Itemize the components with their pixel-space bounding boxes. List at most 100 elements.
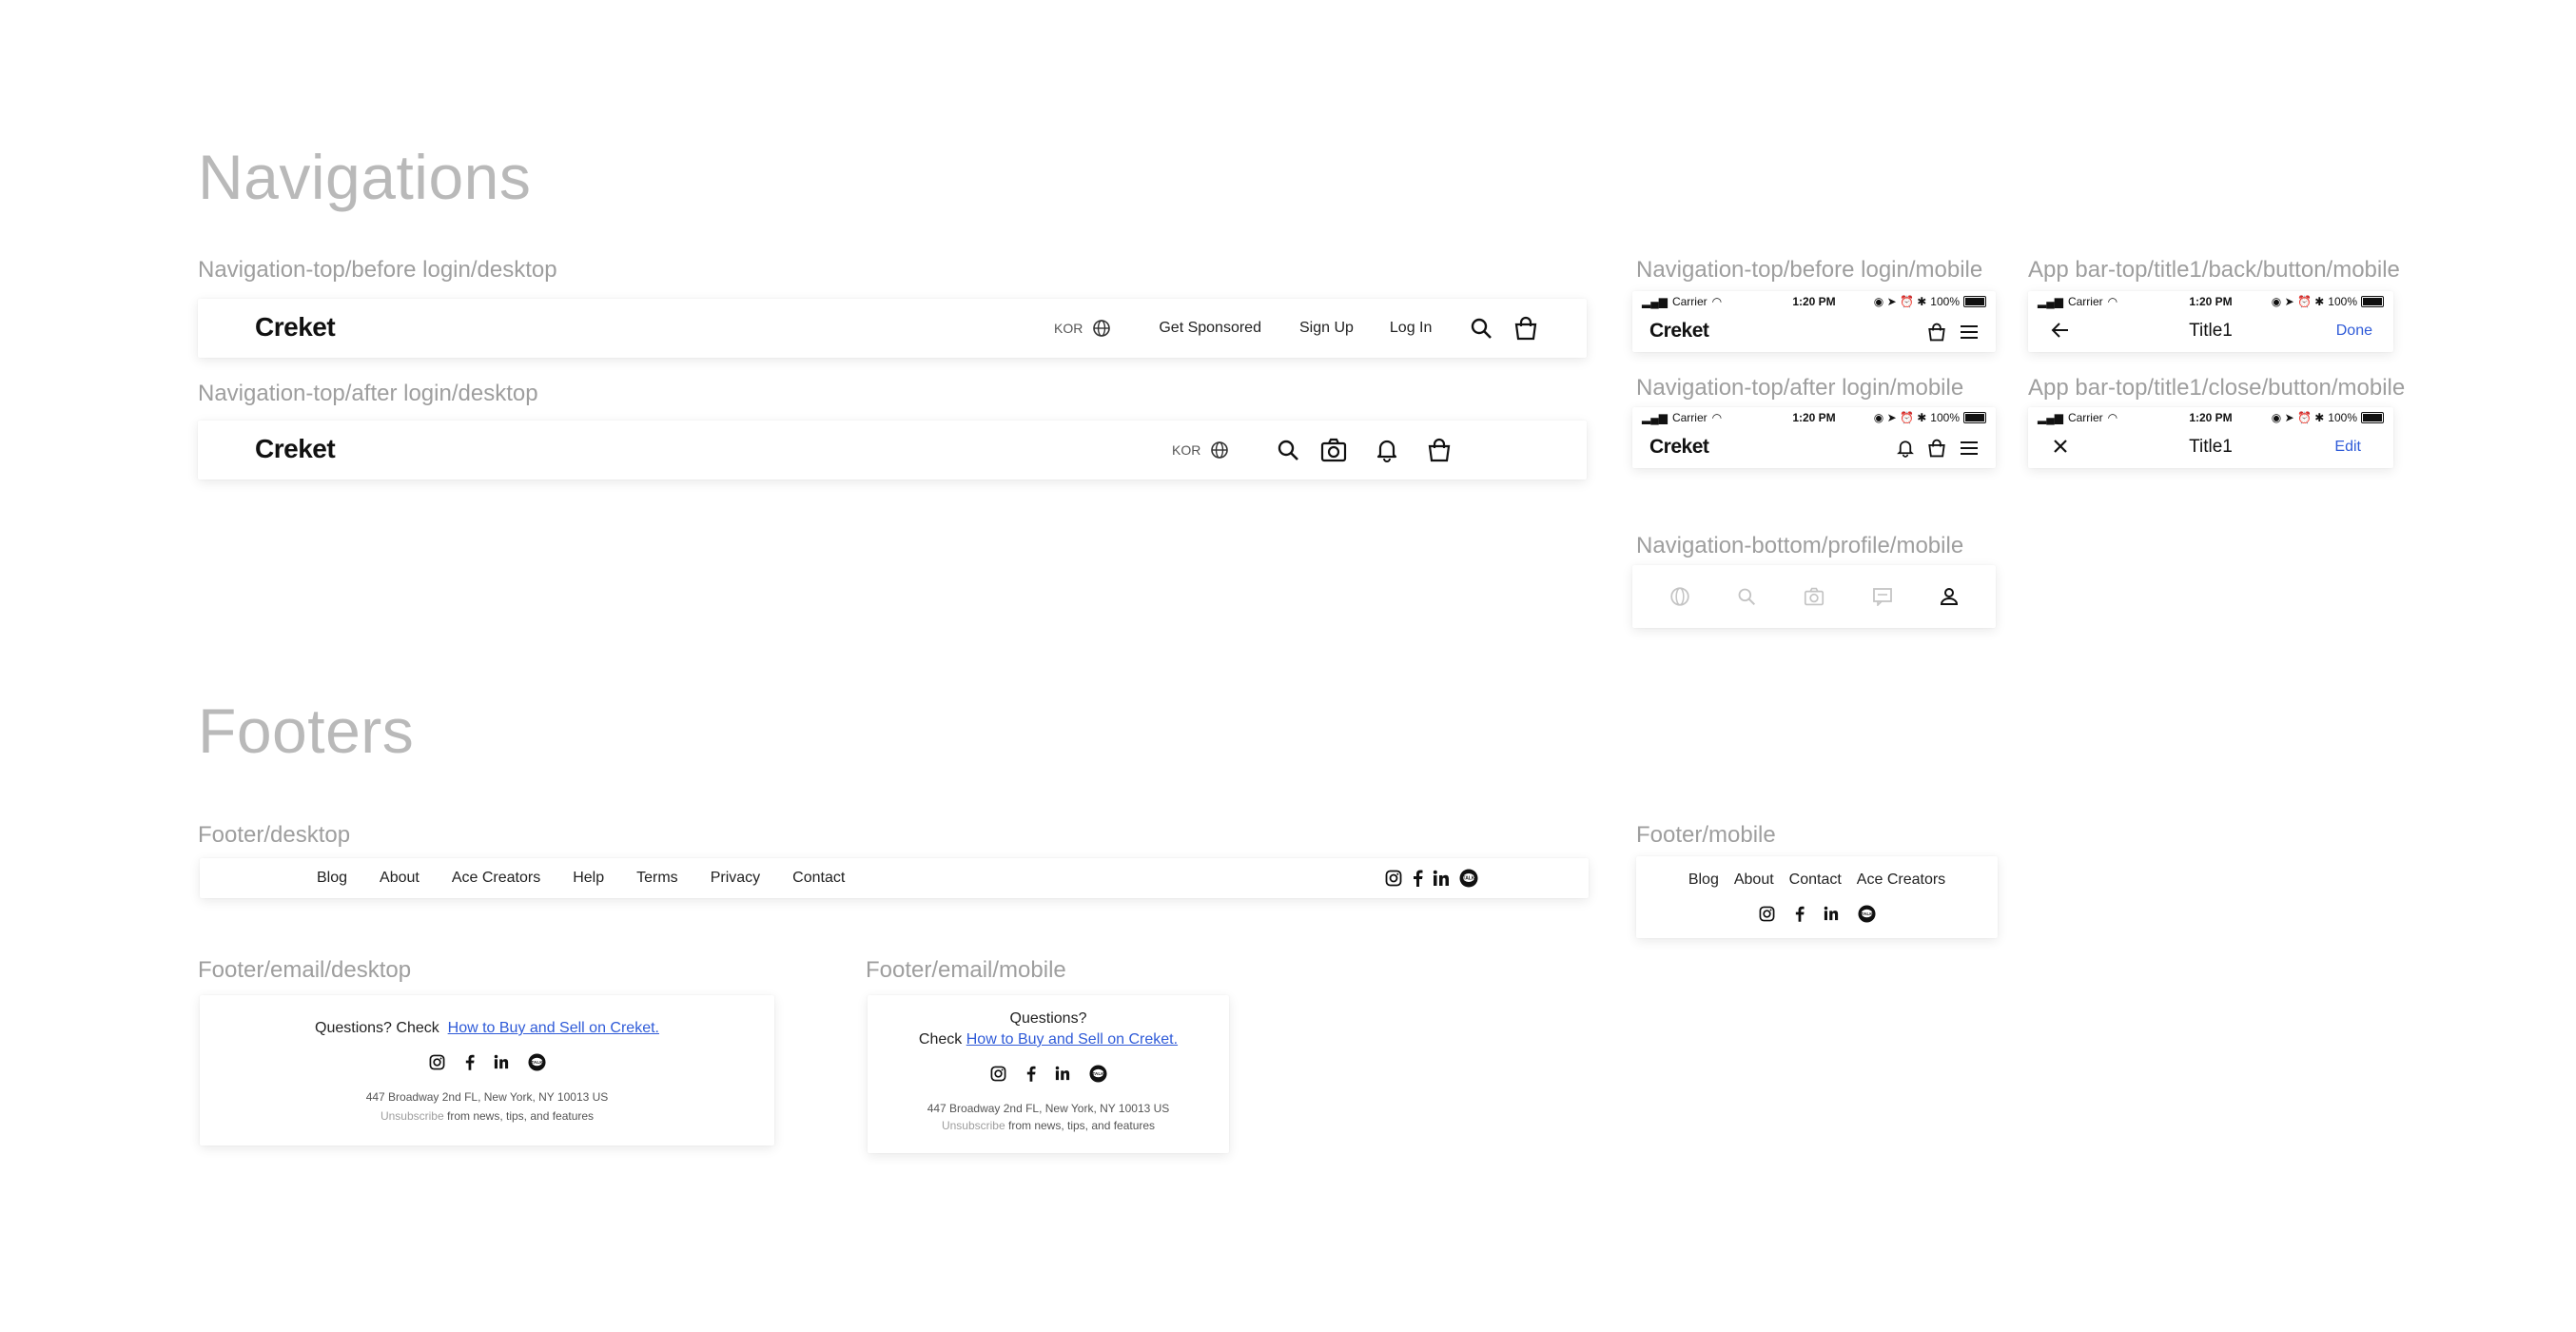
label-nav-after-mobile: Navigation-top/after login/mobile xyxy=(1636,375,1964,401)
creket-logo[interactable]: Creket xyxy=(1649,320,1709,343)
language-label[interactable]: KOR xyxy=(1054,321,1083,336)
battery-label: 100% xyxy=(2328,411,2357,424)
globe-icon[interactable] xyxy=(1210,441,1229,460)
footer-desktop: Blog About Ace Creators Help Terms Priva… xyxy=(200,858,1589,898)
battery-icon xyxy=(1963,412,1986,423)
battery-label: 100% xyxy=(2328,295,2357,308)
status-icons: ◉ ➤ ⏰ ✱ xyxy=(2271,411,2325,424)
footer-link-contact[interactable]: Contact xyxy=(1789,872,1842,889)
edit-button[interactable]: Edit xyxy=(2334,439,2361,456)
nav-top-before-login-mobile: ▂▄▆ Carrier ◠ 1:20 PM ◉ ➤ ⏰ ✱ 100% Creket xyxy=(1632,291,1996,352)
svg-text:TALK: TALK xyxy=(1092,1070,1104,1076)
footer-link-privacy[interactable]: Privacy xyxy=(711,870,760,887)
status-bar: ▂▄▆ Carrier ◠ 1:20 PM ◉ ➤ ⏰ ✱ 100% xyxy=(2028,407,2393,428)
facebook-icon[interactable] xyxy=(464,1054,475,1070)
facebook-icon[interactable] xyxy=(1412,870,1423,887)
footer-link-blog[interactable]: Blog xyxy=(1688,872,1719,889)
facebook-icon[interactable] xyxy=(1794,906,1805,922)
battery-icon xyxy=(1963,296,1986,307)
footer-link-help[interactable]: Help xyxy=(573,870,604,887)
footer-link-contact[interactable]: Contact xyxy=(792,870,845,887)
camera-icon[interactable] xyxy=(1804,587,1825,606)
footer-link-about[interactable]: About xyxy=(380,870,420,887)
social-icons: TALK xyxy=(868,1062,1229,1085)
questions-check-text: Questions? Check xyxy=(315,1020,439,1036)
footer-mobile-links: Blog About Contact Ace Creators xyxy=(1636,870,1998,891)
status-bar: ▂▄▆ Carrier ◠ 1:20 PM ◉ ➤ ⏰ ✱ 100% xyxy=(1632,291,1996,312)
footer-link-ace-creators[interactable]: Ace Creators xyxy=(452,870,540,887)
facebook-icon[interactable] xyxy=(1025,1066,1036,1082)
email-questions: Questions? Check How to Buy and Sell on … xyxy=(200,1020,774,1037)
hamburger-menu-icon[interactable] xyxy=(1960,440,1979,457)
status-icons: ◉ ➤ ⏰ ✱ xyxy=(2271,295,2325,308)
creket-logo[interactable]: Creket xyxy=(1649,436,1709,459)
camera-icon[interactable] xyxy=(1320,438,1347,462)
shopping-bag-icon[interactable] xyxy=(1927,439,1946,458)
shopping-bag-icon[interactable] xyxy=(1513,316,1538,341)
kakaotalk-icon[interactable]: TALK xyxy=(527,1052,546,1071)
social-icons: TALK xyxy=(1385,858,1478,898)
language-label[interactable]: KOR xyxy=(1172,442,1200,458)
check-text: Check xyxy=(918,1031,963,1048)
label-footer-email-desktop: Footer/email/desktop xyxy=(198,957,412,983)
footer-mobile: Blog About Contact Ace Creators TALK xyxy=(1636,856,1998,938)
social-icons: TALK xyxy=(1636,902,1998,925)
footer-link-blog[interactable]: Blog xyxy=(317,870,347,887)
footer-desktop-links: Blog About Ace Creators Help Terms Priva… xyxy=(317,858,845,898)
search-icon[interactable] xyxy=(1470,317,1493,340)
globe-icon[interactable] xyxy=(1092,319,1111,338)
instagram-icon[interactable] xyxy=(990,1066,1006,1082)
status-icons: ◉ ➤ ⏰ ✱ xyxy=(1873,411,1927,424)
email-questions-heading: Questions? xyxy=(1009,1010,1087,1027)
svg-text:TALK: TALK xyxy=(1463,876,1475,882)
linkedin-icon[interactable] xyxy=(1433,870,1450,887)
company-address: 447 Broadway 2nd FL, New York, NY 10013 … xyxy=(365,1090,609,1104)
label-nav-before-desktop: Navigation-top/before login/desktop xyxy=(198,257,557,283)
status-bar: ▂▄▆ Carrier ◠ 1:20 PM ◉ ➤ ⏰ ✱ 100% xyxy=(1632,407,1996,428)
footer-link-about[interactable]: About xyxy=(1734,872,1774,889)
footer-link-terms[interactable]: Terms xyxy=(636,870,678,887)
unsubscribe-rest-text: from news, tips, and features xyxy=(446,1109,595,1123)
instagram-icon[interactable] xyxy=(429,1054,445,1070)
search-icon[interactable] xyxy=(1737,587,1756,606)
get-sponsored-link[interactable]: Get Sponsored xyxy=(1159,320,1261,337)
kakaotalk-icon[interactable]: TALK xyxy=(1088,1064,1107,1083)
creket-logo[interactable]: Creket xyxy=(255,312,336,343)
linkedin-icon[interactable] xyxy=(1055,1066,1070,1081)
label-nav-after-desktop: Navigation-top/after login/desktop xyxy=(198,381,538,406)
search-icon[interactable] xyxy=(1277,439,1299,461)
unsubscribe-rest-text: from news, tips, and features xyxy=(1007,1119,1156,1132)
log-in-link[interactable]: Log In xyxy=(1390,320,1432,337)
status-icons: ◉ ➤ ⏰ ✱ xyxy=(1873,295,1927,308)
sign-up-link[interactable]: Sign Up xyxy=(1299,320,1354,337)
bell-icon[interactable] xyxy=(1376,438,1398,462)
kakaotalk-icon[interactable]: TALK xyxy=(1857,904,1876,923)
bell-icon[interactable] xyxy=(1897,439,1914,458)
kakaotalk-icon[interactable]: TALK xyxy=(1459,869,1478,888)
company-address: 447 Broadway 2nd FL, New York, NY 10013 … xyxy=(927,1102,1170,1115)
label-nav-before-mobile: Navigation-top/before login/mobile xyxy=(1636,257,1983,283)
label-appbar-close: App bar-top/title1/close/button/mobile xyxy=(2028,375,2406,401)
linkedin-icon[interactable] xyxy=(494,1054,509,1069)
unsubscribe-link[interactable]: Unsubscribe xyxy=(381,1109,444,1123)
instagram-icon[interactable] xyxy=(1385,870,1402,887)
how-to-buy-sell-link[interactable]: How to Buy and Sell on Creket. xyxy=(966,1031,1178,1048)
section-title-footers: Footers xyxy=(198,695,415,766)
how-to-buy-sell-link[interactable]: How to Buy and Sell on Creket. xyxy=(448,1020,659,1036)
creket-logo[interactable]: Creket xyxy=(255,434,336,464)
footer-link-ace-creators[interactable]: Ace Creators xyxy=(1857,872,1945,889)
instagram-icon[interactable] xyxy=(1759,906,1775,922)
linkedin-icon[interactable] xyxy=(1824,906,1839,921)
social-icons: TALK xyxy=(200,1050,774,1073)
globe-icon[interactable] xyxy=(1669,586,1690,607)
app-bar-close-mobile: ▂▄▆ Carrier ◠ 1:20 PM ◉ ➤ ⏰ ✱ 100% Title1 E… xyxy=(2028,407,2393,468)
shopping-bag-icon[interactable] xyxy=(1427,438,1452,462)
hamburger-menu-icon[interactable] xyxy=(1960,323,1979,341)
label-appbar-back: App bar-top/title1/back/button/mobile xyxy=(2028,257,2400,283)
chat-icon[interactable] xyxy=(1872,587,1893,606)
done-button[interactable]: Done xyxy=(2336,323,2372,340)
footer-email-desktop: Questions? Check How to Buy and Sell on … xyxy=(200,995,774,1146)
profile-icon[interactable] xyxy=(1940,587,1959,606)
unsubscribe-link[interactable]: Unsubscribe xyxy=(942,1119,1005,1132)
shopping-bag-icon[interactable] xyxy=(1927,323,1946,342)
